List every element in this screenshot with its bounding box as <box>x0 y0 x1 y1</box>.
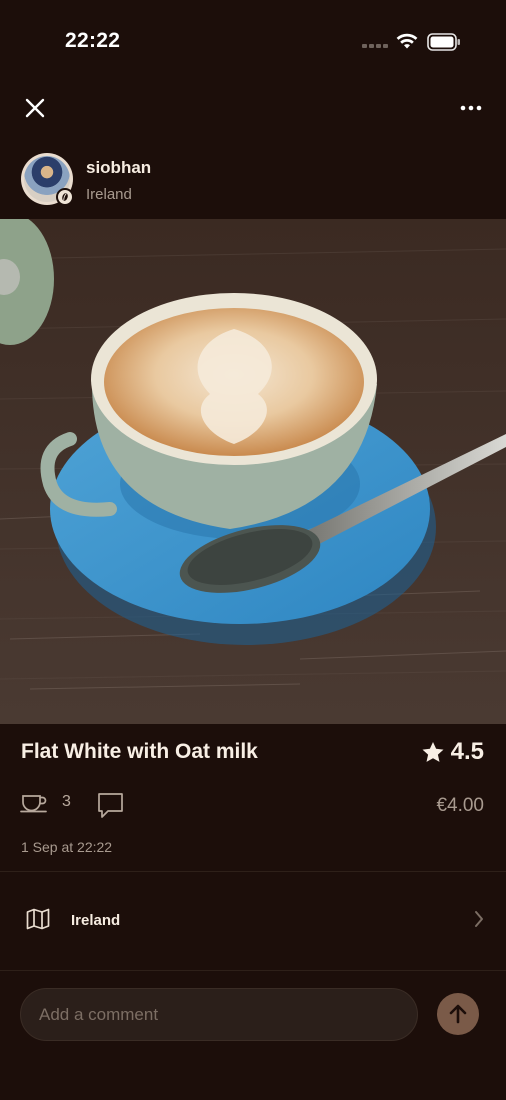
battery-icon <box>427 33 460 51</box>
post-photo <box>0 219 506 724</box>
more-options-button[interactable] <box>456 98 486 118</box>
rating-value: 4.5 <box>450 738 484 765</box>
wifi-icon <box>396 33 418 49</box>
location-label: Ireland <box>71 912 121 929</box>
username[interactable]: siobhan <box>86 158 151 178</box>
close-icon <box>25 98 45 118</box>
cups-count: 3 <box>62 793 71 810</box>
arrow-up-icon <box>449 1004 467 1024</box>
comment-button[interactable] <box>96 791 125 825</box>
signal-icon <box>362 44 388 50</box>
post-title: Flat White with Oat milk <box>21 740 258 763</box>
price: €4.00 <box>436 795 484 816</box>
coffee-bean-badge-icon <box>56 188 74 206</box>
cups-button[interactable]: 3 <box>20 791 71 813</box>
coffee-cup-icon <box>20 795 47 813</box>
status-bar: 22:22 <box>0 0 506 84</box>
comment-input[interactable] <box>20 988 418 1041</box>
send-button[interactable] <box>437 993 479 1035</box>
post-date: 1 Sep at 22:22 <box>21 839 113 855</box>
star-icon <box>422 741 444 762</box>
speech-bubble-icon <box>98 793 123 818</box>
divider <box>0 970 506 971</box>
status-time: 22:22 <box>65 29 121 52</box>
rating: 4.5 <box>421 738 484 766</box>
more-horizontal-icon <box>460 105 482 111</box>
map-icon <box>26 908 50 930</box>
user-location: Ireland <box>86 186 132 203</box>
chevron-right-icon <box>475 911 483 927</box>
location-row[interactable]: Ireland <box>0 872 506 970</box>
close-button[interactable] <box>22 95 48 121</box>
